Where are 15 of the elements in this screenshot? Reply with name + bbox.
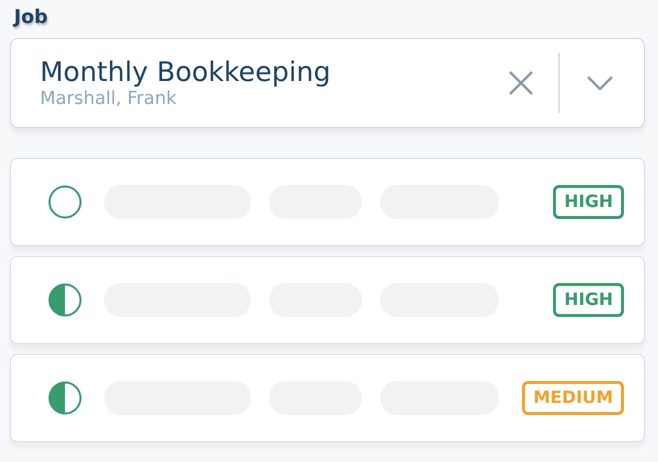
field-label: Job — [14, 6, 49, 28]
job-row[interactable]: HIGH — [10, 158, 645, 246]
selected-subtitle: Marshall, Frank — [40, 88, 178, 110]
half-circle-icon — [48, 381, 82, 415]
job-row[interactable]: HIGH — [10, 256, 645, 344]
job-select[interactable]: Monthly Bookkeeping Marshall, Frank — [10, 38, 645, 128]
priority-tag: HIGH — [553, 283, 624, 317]
half-circle-icon — [48, 283, 82, 317]
priority-tag: MEDIUM — [522, 381, 624, 415]
priority-tag: HIGH — [553, 185, 624, 219]
empty-circle-icon — [48, 185, 82, 219]
clear-icon[interactable] — [508, 70, 534, 96]
chevron-down-icon[interactable] — [586, 75, 614, 91]
selected-value: Monthly Bookkeeping — [40, 56, 332, 88]
job-row[interactable]: MEDIUM — [10, 354, 645, 442]
